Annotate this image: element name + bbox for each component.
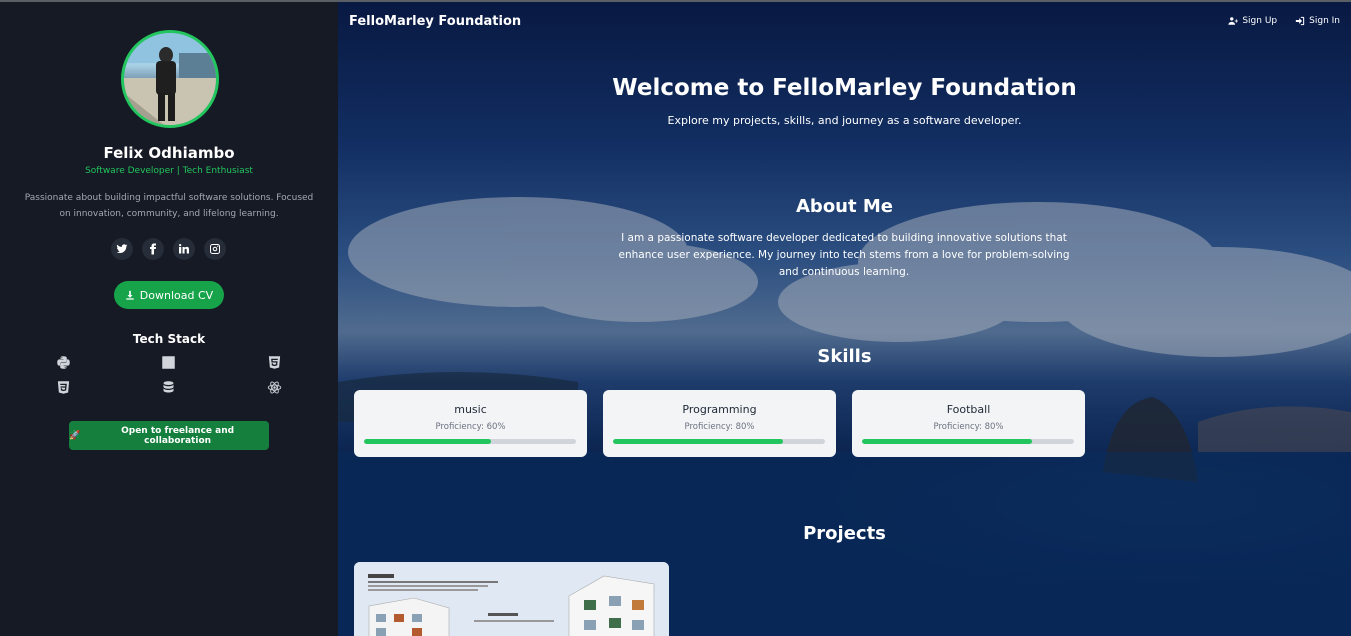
sign-in-icon (1295, 16, 1305, 26)
hero-subtitle: Explore my projects, skills, and journey… (667, 114, 1022, 127)
download-cv-label: Download CV (139, 288, 214, 302)
facebook-icon (150, 243, 156, 255)
database-icon (163, 381, 174, 393)
facebook-link[interactable] (142, 238, 164, 260)
about-title: About Me (796, 196, 893, 217)
tech-python (56, 355, 131, 370)
tech-stack-grid (56, 355, 282, 395)
instagram-link[interactable] (204, 238, 226, 260)
tech-javascript (131, 355, 206, 370)
css3-icon (57, 381, 70, 394)
skill-name: Football (946, 403, 991, 416)
project-thumbnail (354, 562, 669, 636)
skill-progress-bar (364, 439, 576, 444)
skill-card: music Proficiency: 60% (354, 390, 587, 457)
profile-photo (124, 33, 216, 125)
nav-links: Sign Up Sign In (1228, 16, 1340, 26)
skill-progress-fill (364, 439, 492, 444)
skill-proficiency-label: Proficiency: 80% (933, 422, 1004, 432)
projects-title: Projects (803, 523, 886, 544)
python-icon (57, 356, 70, 369)
linkedin-link[interactable] (173, 238, 195, 260)
profile-name: Felix Odhiambo (103, 144, 235, 162)
social-links (111, 238, 226, 260)
download-cv-button[interactable]: Download CV (114, 281, 224, 309)
html5-icon (268, 356, 281, 369)
hero-title: Welcome to FelloMarley Foundation (612, 75, 1077, 101)
nav-brand[interactable]: FelloMarley Foundation (349, 14, 521, 29)
freelance-label: Open to freelance and collaboration (121, 425, 235, 446)
profile-avatar (121, 30, 219, 128)
download-icon (126, 290, 134, 300)
skill-card: Football Proficiency: 80% (852, 390, 1085, 457)
skill-progress-fill (613, 439, 783, 444)
signin-link[interactable]: Sign In (1295, 16, 1340, 26)
tech-database (131, 380, 206, 395)
instagram-icon (210, 244, 220, 254)
skill-name: Programming (682, 403, 757, 416)
window-top-border (0, 0, 1351, 2)
javascript-icon (162, 356, 176, 369)
skill-name: music (454, 403, 487, 416)
skill-proficiency-label: Proficiency: 80% (684, 422, 755, 432)
profile-bio: Passionate about building impactful soft… (24, 193, 314, 219)
skill-progress-bar (862, 439, 1074, 444)
signup-label: Sign Up (1242, 16, 1278, 26)
freelance-badge-button[interactable]: 🚀 Open to freelance and collaboration (69, 421, 269, 450)
signup-link[interactable]: Sign Up (1228, 16, 1277, 26)
skill-card: Programming Proficiency: 80% (603, 390, 836, 457)
about-text: I am a passionate software developer ded… (618, 232, 1070, 278)
twitter-link[interactable] (111, 238, 133, 260)
skills-title: Skills (817, 346, 872, 367)
profile-sidebar: Felix Odhiambo Software Developer | Tech… (0, 2, 338, 636)
react-icon (267, 381, 282, 394)
skill-progress-bar (613, 439, 825, 444)
skill-progress-fill (862, 439, 1032, 444)
twitter-icon (116, 244, 128, 254)
linkedin-icon (179, 244, 189, 254)
tech-html5 (207, 355, 282, 370)
signin-label: Sign In (1309, 16, 1340, 26)
tech-css3 (56, 380, 131, 395)
user-plus-icon (1228, 17, 1239, 25)
project-card[interactable] (354, 562, 669, 636)
tech-react (207, 380, 282, 395)
rocket-icon: 🚀 (69, 430, 81, 441)
skill-proficiency-label: Proficiency: 60% (435, 422, 506, 432)
profile-role: Software Developer | Tech Enthusiast (85, 166, 253, 176)
main-content: FelloMarley Foundation Sign Up Sign In W… (338, 2, 1351, 636)
tech-stack-title: Tech Stack (132, 332, 206, 346)
